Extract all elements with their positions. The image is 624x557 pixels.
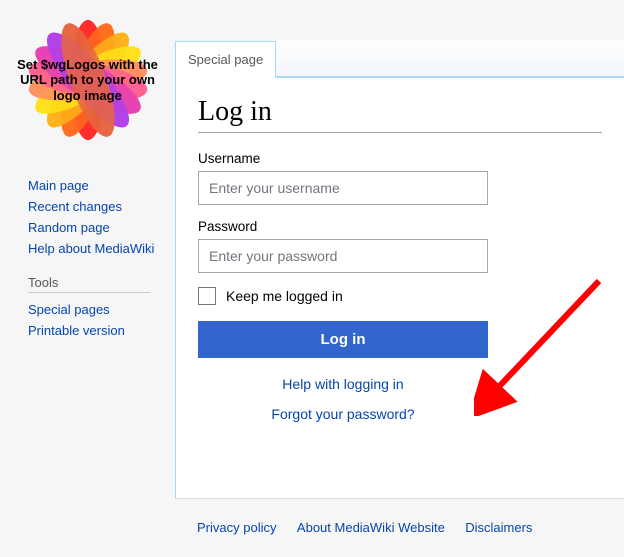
tab-special-page[interactable]: Special page [175, 41, 276, 78]
password-field-group: Password [198, 219, 602, 273]
page-title: Log in [198, 96, 602, 133]
footer-privacy-link[interactable]: Privacy policy [197, 520, 276, 535]
nav-main-page[interactable]: Main page [28, 175, 165, 196]
username-input[interactable] [198, 171, 488, 205]
nav-tools: Tools Special pages Printable version [28, 275, 165, 341]
footer: Privacy policy About MediaWiki Website D… [175, 498, 624, 557]
keep-logged-in-checkbox[interactable] [198, 287, 216, 305]
nav-recent-changes[interactable]: Recent changes [28, 196, 165, 217]
username-label: Username [198, 151, 602, 166]
password-input[interactable] [198, 239, 488, 273]
password-label: Password [198, 219, 602, 234]
help-logging-in-link[interactable]: Help with logging in [198, 376, 488, 392]
keep-logged-in-label: Keep me logged in [226, 288, 343, 304]
content-area: Special page Log in Username Password Ke… [175, 0, 624, 557]
nav-special-pages[interactable]: Special pages [28, 299, 165, 320]
tabs-bar: Special page [175, 40, 624, 78]
tools-heading: Tools [28, 275, 150, 293]
nav-printable-version[interactable]: Printable version [28, 320, 165, 341]
tabs-fill [276, 40, 624, 77]
nav-help[interactable]: Help about MediaWiki [28, 238, 165, 259]
logo-placeholder-text: Set $wgLogos with the URL path to your o… [13, 57, 163, 104]
nav-main: Main page Recent changes Random page Hel… [28, 175, 165, 259]
nav-random-page[interactable]: Random page [28, 217, 165, 238]
footer-about-link[interactable]: About MediaWiki Website [297, 520, 445, 535]
footer-disclaimers-link[interactable]: Disclaimers [465, 520, 532, 535]
sidebar: Set $wgLogos with the URL path to your o… [0, 0, 175, 557]
keep-logged-in-row: Keep me logged in [198, 287, 602, 305]
username-field-group: Username [198, 151, 602, 205]
help-links-group: Help with logging in Forgot your passwor… [198, 376, 488, 422]
main-content: Log in Username Password Keep me logged … [175, 78, 624, 498]
forgot-password-link[interactable]: Forgot your password? [198, 406, 488, 422]
site-logo[interactable]: Set $wgLogos with the URL path to your o… [13, 5, 163, 155]
login-button[interactable]: Log in [198, 321, 488, 358]
